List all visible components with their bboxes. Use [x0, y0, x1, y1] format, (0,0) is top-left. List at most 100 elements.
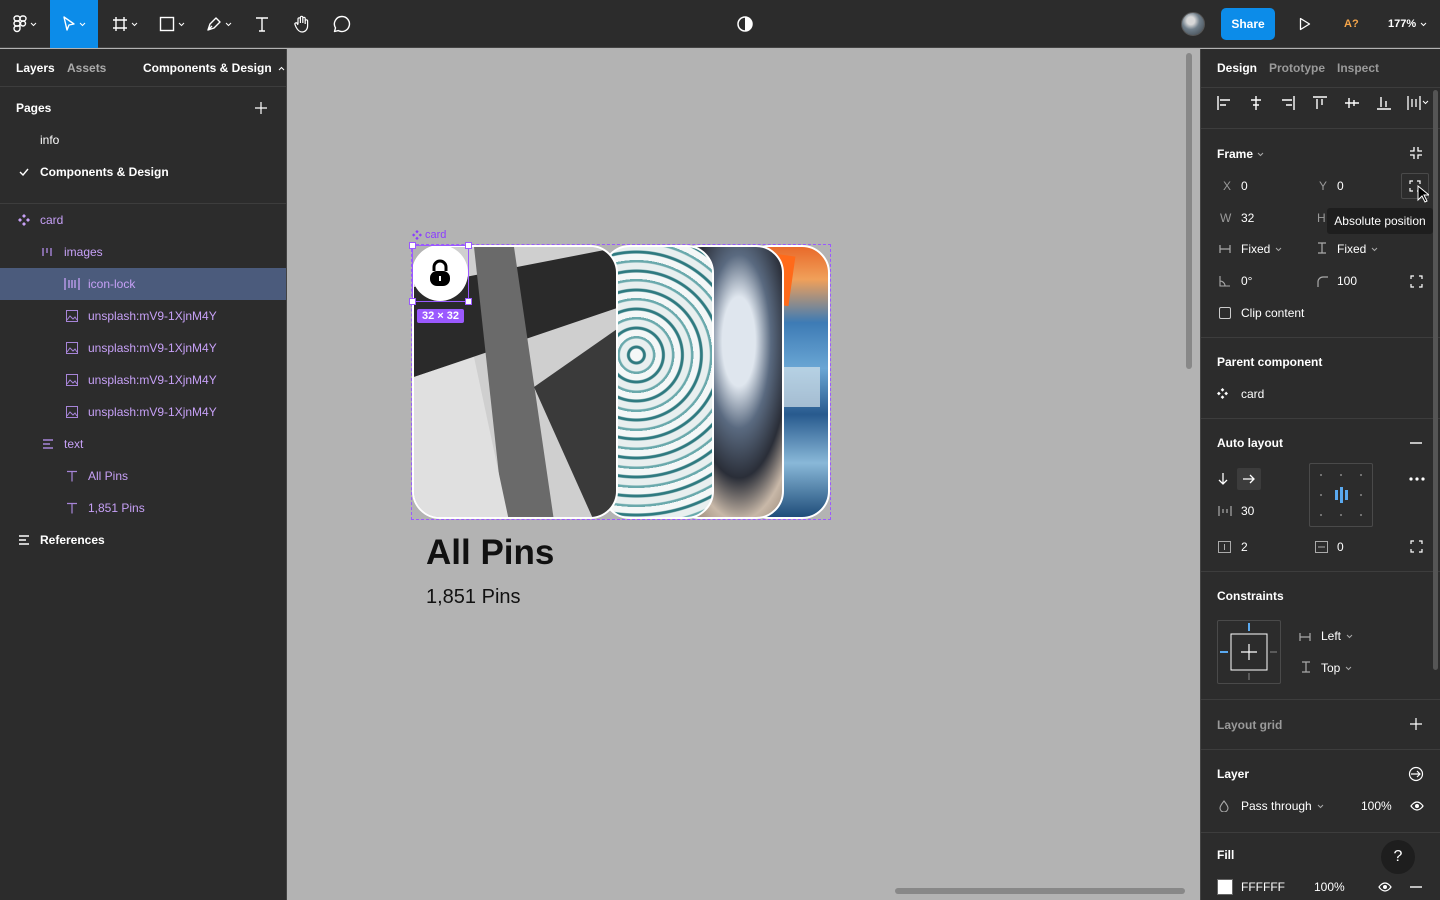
frame-icon [113, 17, 127, 31]
constraints-widget[interactable] [1217, 620, 1281, 684]
move-tool-button[interactable] [50, 0, 98, 48]
vertical-scrollbar[interactable] [1186, 53, 1192, 369]
present-button[interactable] [1292, 0, 1318, 48]
share-button[interactable]: Share [1221, 8, 1275, 40]
align-top-icon[interactable] [1313, 96, 1327, 110]
individual-padding-icon[interactable] [1410, 540, 1423, 553]
horizontal-direction-button[interactable] [1237, 468, 1261, 490]
rotation-input[interactable]: 0° [1241, 274, 1252, 288]
layer-icon-lock[interactable]: icon-lock [0, 268, 286, 300]
horizontal-resizing-value: Fixed [1241, 242, 1271, 256]
horizontal-resizing-dropdown[interactable]: Fixed [1241, 242, 1282, 256]
main-menu-button[interactable] [6, 0, 44, 48]
layer-image[interactable]: unsplash:mV9-1XjnM4Y [0, 332, 286, 364]
corner-radius-input[interactable]: 100 [1337, 274, 1357, 288]
help-button[interactable]: ? [1381, 840, 1415, 874]
divider [1201, 418, 1440, 419]
layer-card[interactable]: card [0, 204, 286, 236]
more-options-icon[interactable] [1409, 477, 1425, 481]
layer-image[interactable]: unsplash:mV9-1XjnM4Y [0, 396, 286, 428]
distribute-icon[interactable] [1407, 96, 1429, 110]
chevron-down-icon [1317, 804, 1324, 808]
tab-design[interactable]: Design [1217, 61, 1257, 75]
tab-inspect[interactable]: Inspect [1337, 61, 1379, 75]
page-item-info[interactable]: info [0, 124, 286, 156]
add-layout-grid-icon[interactable] [1410, 718, 1422, 730]
blend-mode-dropdown[interactable]: Pass through [1241, 799, 1324, 813]
vertical-resizing-dropdown[interactable]: Fixed [1337, 242, 1378, 256]
horizontal-constraint-dropdown[interactable]: Left [1321, 629, 1353, 643]
frame-label[interactable]: card [412, 229, 446, 241]
tab-layers[interactable]: Layers [16, 49, 55, 87]
x-input[interactable]: 0 [1241, 179, 1248, 193]
page-dropdown[interactable]: Components & Design [143, 49, 285, 87]
spacing-input[interactable]: 30 [1241, 504, 1254, 518]
tab-assets[interactable]: Assets [67, 49, 106, 87]
independent-corners-icon[interactable] [1410, 275, 1423, 288]
size-badge: 32 × 32 [417, 309, 465, 323]
collapse-icon[interactable] [1409, 146, 1423, 160]
layer-image[interactable]: unsplash:mV9-1XjnM4Y [0, 300, 286, 332]
card-title[interactable]: All Pins [426, 533, 554, 573]
layer-image[interactable]: unsplash:mV9-1XjnM4Y [0, 364, 286, 396]
fill-opacity-input[interactable]: 100% [1314, 880, 1345, 894]
layer-images[interactable]: images [0, 236, 286, 268]
align-center-v-icon[interactable] [1345, 96, 1359, 110]
resize-handle[interactable] [465, 298, 472, 305]
vertical-padding-input[interactable]: 0 [1337, 540, 1344, 554]
resize-handle[interactable] [409, 298, 416, 305]
horizontal-padding-input[interactable]: 2 [1241, 540, 1248, 554]
layer-references[interactable]: References [0, 524, 286, 556]
properties-scrollbar[interactable] [1433, 90, 1438, 670]
add-page-icon[interactable] [255, 102, 267, 114]
frame-tool-button[interactable] [106, 0, 144, 48]
align-right-icon[interactable] [1281, 96, 1295, 110]
fill-hex-input[interactable]: FFFFFF [1241, 880, 1285, 894]
eye-icon[interactable] [1378, 882, 1392, 892]
missing-fonts-indicator[interactable]: A? [1344, 0, 1359, 48]
resize-handle[interactable] [409, 242, 416, 249]
pen-icon [207, 17, 221, 31]
user-avatar[interactable] [1181, 12, 1205, 36]
clip-content-checkbox[interactable] [1219, 307, 1231, 319]
remove-fill-icon[interactable] [1410, 886, 1422, 888]
align-bottom-icon[interactable] [1377, 96, 1391, 110]
horizontal-scrollbar[interactable] [895, 888, 1185, 894]
go-to-main-component-icon[interactable] [1408, 766, 1424, 782]
comment-tool-button[interactable] [328, 0, 356, 48]
remove-auto-layout-icon[interactable] [1410, 442, 1422, 444]
layer-text[interactable]: All Pins [0, 460, 286, 492]
layer-opacity-input[interactable]: 100% [1361, 799, 1392, 813]
toolbar: Share A? 177% [0, 0, 1440, 48]
align-left-icon[interactable] [1217, 96, 1231, 110]
parent-component-link[interactable]: card [1241, 387, 1264, 401]
theme-toggle-button[interactable] [732, 0, 758, 48]
zoom-dropdown[interactable]: 177% [1388, 0, 1427, 48]
image-icon [66, 374, 78, 386]
align-center-h-icon[interactable] [1249, 96, 1263, 110]
canvas[interactable]: card 32 × 32 All Pins 1,851 Pins [287, 49, 1199, 900]
shape-tool-button[interactable] [152, 0, 192, 48]
layer-text[interactable]: 1,851 Pins [0, 492, 286, 524]
card-subtitle[interactable]: 1,851 Pins [426, 586, 521, 609]
vertical-constraint-dropdown[interactable]: Top [1321, 661, 1352, 675]
page-item-components-design[interactable]: Components & Design [0, 156, 286, 188]
vertical-constraint-value: Top [1321, 661, 1341, 675]
fill-color-swatch[interactable] [1217, 879, 1233, 895]
text-tool-button[interactable] [248, 0, 276, 48]
absolute-position-tooltip: Absolute position [1327, 208, 1433, 234]
arrow-right-icon [1243, 474, 1255, 484]
y-input[interactable]: 0 [1337, 179, 1344, 193]
alignment-grid[interactable] [1309, 463, 1373, 527]
frame-dropdown[interactable]: Frame [1217, 147, 1264, 161]
card-images[interactable] [411, 244, 831, 520]
resize-handle[interactable] [465, 242, 472, 249]
layer-text-group[interactable]: text [0, 428, 286, 460]
tab-prototype[interactable]: Prototype [1269, 61, 1325, 75]
vertical-direction-icon[interactable] [1218, 473, 1228, 485]
image-ocean[interactable] [602, 245, 714, 519]
eye-icon[interactable] [1410, 801, 1424, 811]
pen-tool-button[interactable] [198, 0, 240, 48]
w-input[interactable]: 32 [1241, 211, 1254, 225]
hand-tool-button[interactable] [288, 0, 316, 48]
